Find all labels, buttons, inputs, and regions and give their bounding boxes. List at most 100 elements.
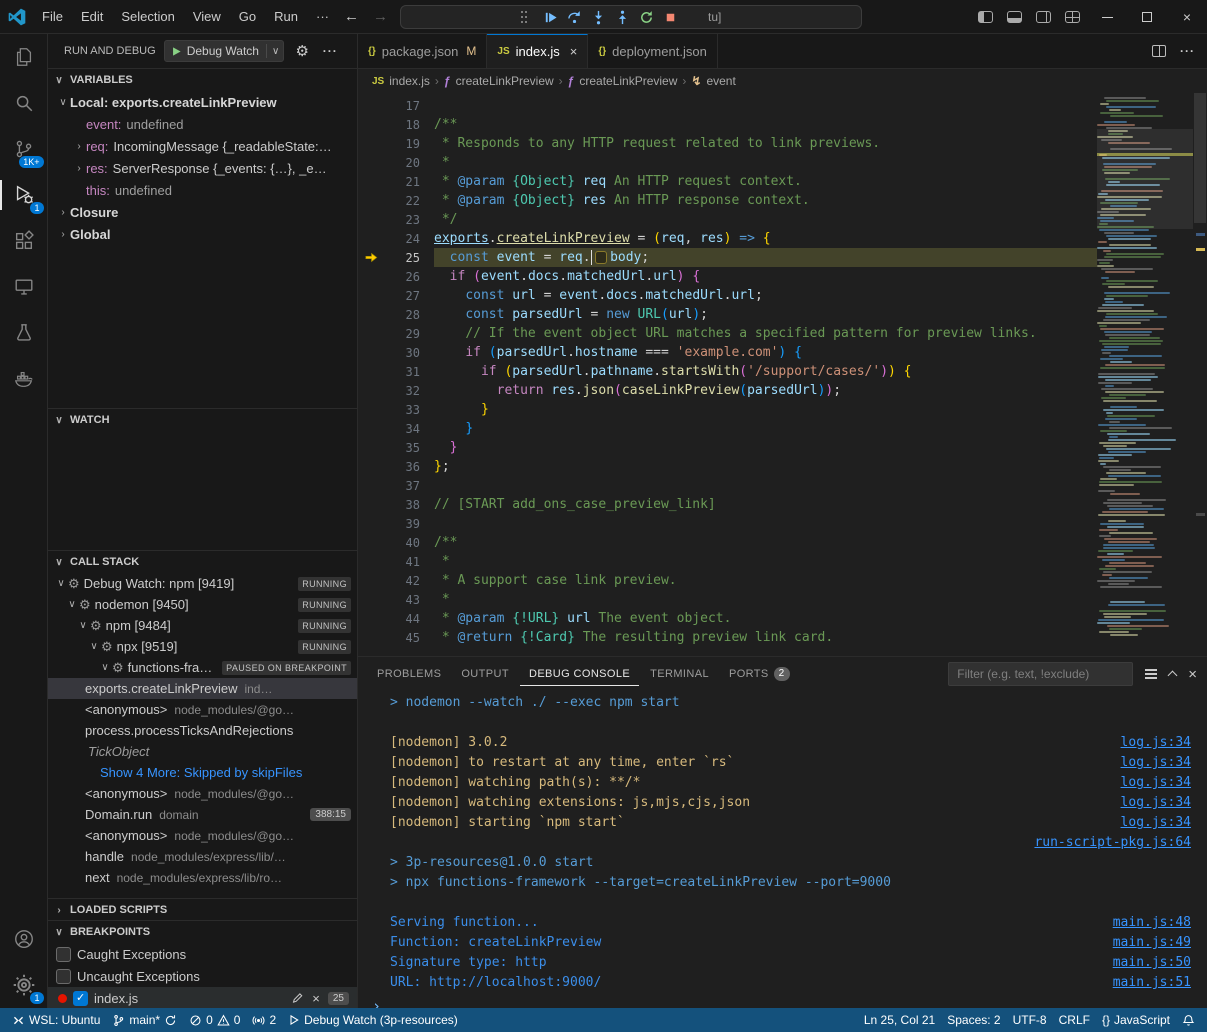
debug-continue-button[interactable] (538, 6, 562, 28)
scope-row-global[interactable]: › Global (48, 223, 357, 245)
remove-breakpoint-icon[interactable]: × (312, 991, 320, 1006)
toggle-panel-icon[interactable] (1007, 11, 1022, 23)
code-line[interactable]: 24exports.createLinkPreview = (req, res)… (358, 229, 1097, 248)
code-line[interactable]: 31 if (parsedUrl.pathname.startsWith('/s… (358, 362, 1097, 381)
call-stack-header[interactable]: ∨ CALL STACK (48, 551, 357, 573)
debug-console-input[interactable]: › (390, 997, 1191, 1008)
call-stack-row[interactable]: ⚙ next node_modules/express/lib/ro… (48, 867, 357, 888)
source-location-link[interactable]: main.js:51 (1113, 975, 1191, 990)
checkbox-breakpoint-indexjs[interactable] (73, 991, 88, 1006)
activity-explorer[interactable] (0, 34, 48, 80)
code-line[interactable]: 42 * A support case link preview. (358, 571, 1097, 590)
problems-status[interactable]: 0 0 (183, 1008, 246, 1032)
console-filter-input[interactable] (948, 662, 1133, 686)
source-location-link[interactable]: log.js:34 (1121, 775, 1191, 790)
tab-debug-console[interactable]: DEBUG CONSOLE (520, 662, 639, 686)
nav-back-icon[interactable]: ← (344, 8, 359, 25)
eol-status[interactable]: CRLF (1053, 1013, 1096, 1027)
activity-extensions[interactable] (0, 218, 48, 264)
notifications-bell[interactable] (1176, 1014, 1201, 1027)
activity-accounts[interactable] (0, 916, 48, 962)
breakpoints-header[interactable]: ∨ BREAKPOINTS (48, 921, 357, 943)
debug-stop-button[interactable] (658, 6, 682, 28)
close-button[interactable]: × (1167, 0, 1207, 34)
code-line[interactable]: 44 * @param {!URL} url The event object. (358, 609, 1097, 628)
variable-row[interactable]: event: undefined (48, 113, 357, 135)
call-stack-row[interactable]: ⚙ <anonymous> node_modules/@go… (48, 783, 357, 804)
source-location-link[interactable]: log.js:34 (1121, 755, 1191, 770)
code-line[interactable]: 27 const url = event.docs.matchedUrl.url… (358, 286, 1097, 305)
debug-step-into-button[interactable] (586, 6, 610, 28)
code-line[interactable]: 34 } (358, 419, 1097, 438)
checkbox-uncaught-exceptions[interactable] (56, 969, 71, 984)
code-line[interactable]: 23 */ (358, 210, 1097, 229)
variables-header[interactable]: ∨ VARIABLES (48, 69, 357, 91)
call-stack-row[interactable]: ⚙ Show 4 More: Skipped by skipFiles (48, 762, 357, 783)
menu-item[interactable]: View (185, 6, 229, 27)
variable-row[interactable]: › req: IncomingMessage {_readableState:… (48, 135, 357, 157)
code-line[interactable]: 45 * @return {!Card} The resulting previ… (358, 628, 1097, 647)
minimap-slider[interactable] (1097, 129, 1193, 229)
maximize-panel-icon[interactable] (1168, 671, 1178, 681)
code-line[interactable]: 41 * (358, 552, 1097, 571)
tab-close-icon[interactable]: × (570, 44, 578, 59)
tab-problems[interactable]: PROBLEMS (368, 662, 450, 686)
code-line[interactable]: 40/** (358, 533, 1097, 552)
source-location-link[interactable]: log.js:34 (1121, 795, 1191, 810)
code-line[interactable]: 21 * @param {Object} req An HTTP request… (358, 172, 1097, 191)
nav-forward-icon[interactable]: → (373, 8, 388, 25)
activity-settings-gear[interactable]: 1 (0, 962, 48, 1008)
call-stack-row[interactable]: ∨ ⚙ nodemon [9450] RUNNING (48, 594, 357, 615)
call-stack-row[interactable]: ⚙ TickObject (48, 741, 357, 762)
maximize-button[interactable] (1127, 0, 1167, 34)
debug-step-over-button[interactable] (562, 6, 586, 28)
code-line[interactable]: 32 return res.json(caseLinkPreview(parse… (358, 381, 1097, 400)
indentation-status[interactable]: Spaces: 2 (941, 1013, 1006, 1027)
debug-config-dropdown[interactable]: Debug Watch ∨ (164, 40, 285, 62)
source-location-link[interactable]: main.js:50 (1113, 955, 1191, 970)
toggle-secondary-sidebar-icon[interactable] (1036, 11, 1051, 23)
code-line[interactable]: 30 if (parsedUrl.hostname === 'example.c… (358, 343, 1097, 362)
cursor-position[interactable]: Ln 25, Col 21 (858, 1013, 941, 1027)
breakpoint-uncaught-exceptions[interactable]: Uncaught Exceptions (48, 965, 357, 987)
tab-terminal[interactable]: TERMINAL (641, 662, 718, 686)
breadcrumb-item-file[interactable]: index.js (389, 74, 430, 88)
debug-step-out-button[interactable] (610, 6, 634, 28)
views-more-icon[interactable]: ··· (320, 44, 340, 58)
code-editor[interactable]: 1718/**19 * Responds to any HTTP request… (358, 93, 1207, 656)
scope-row-closure[interactable]: › Closure (48, 201, 357, 223)
code-line[interactable]: 38// [START add_ons_case_preview_link] (358, 495, 1097, 514)
activity-source-control[interactable]: 1K+ (0, 126, 48, 172)
code-line[interactable]: 43 * (358, 590, 1097, 609)
breadcrumb-item-symbol[interactable]: event (706, 74, 735, 88)
code-line[interactable]: 17 (358, 96, 1097, 115)
minimize-button[interactable] (1087, 0, 1127, 34)
checkbox-caught-exceptions[interactable] (56, 947, 71, 962)
call-stack-row[interactable]: ∨ ⚙ npm [9484] RUNNING (48, 615, 357, 636)
debug-restart-button[interactable] (634, 6, 658, 28)
code-line[interactable]: 33 } (358, 400, 1097, 419)
code-line[interactable]: 20 * (358, 153, 1097, 172)
activity-docker[interactable] (0, 356, 48, 402)
menu-item[interactable]: Selection (113, 6, 182, 27)
loaded-scripts-header[interactable]: › LOADED SCRIPTS (48, 899, 357, 920)
call-stack-row[interactable]: ⚙ exports.createLinkPreview ind… (48, 678, 357, 699)
code-line[interactable]: 22 * @param {Object} res An HTTP respons… (358, 191, 1097, 210)
chevron-down-icon[interactable]: ∨ (272, 46, 279, 57)
activity-remote-explorer[interactable] (0, 264, 48, 310)
debug-session-status[interactable]: Debug Watch (3p-resources) (282, 1008, 464, 1032)
menu-item[interactable]: ··· (308, 6, 337, 27)
source-location-link[interactable]: run-script-pkg.js:64 (1034, 835, 1191, 850)
source-location-link[interactable]: log.js:34 (1121, 815, 1191, 830)
activity-run-and-debug[interactable]: 1 (0, 172, 48, 218)
forwarded-ports-status[interactable]: 2 (246, 1008, 282, 1032)
tab-output[interactable]: OUTPUT (452, 662, 518, 686)
split-editor-icon[interactable] (1152, 45, 1166, 57)
inline-breakpoint-icon[interactable] (595, 251, 607, 264)
scope-row-local[interactable]: ∨ Local: exports.createLinkPreview (48, 91, 357, 113)
variable-row[interactable]: this: undefined (48, 179, 357, 201)
code-line[interactable]: 25 const event = req.body; (358, 248, 1097, 267)
menu-item[interactable]: Edit (73, 6, 111, 27)
activity-search[interactable] (0, 80, 48, 126)
breakpoint-caught-exceptions[interactable]: Caught Exceptions (48, 943, 357, 965)
